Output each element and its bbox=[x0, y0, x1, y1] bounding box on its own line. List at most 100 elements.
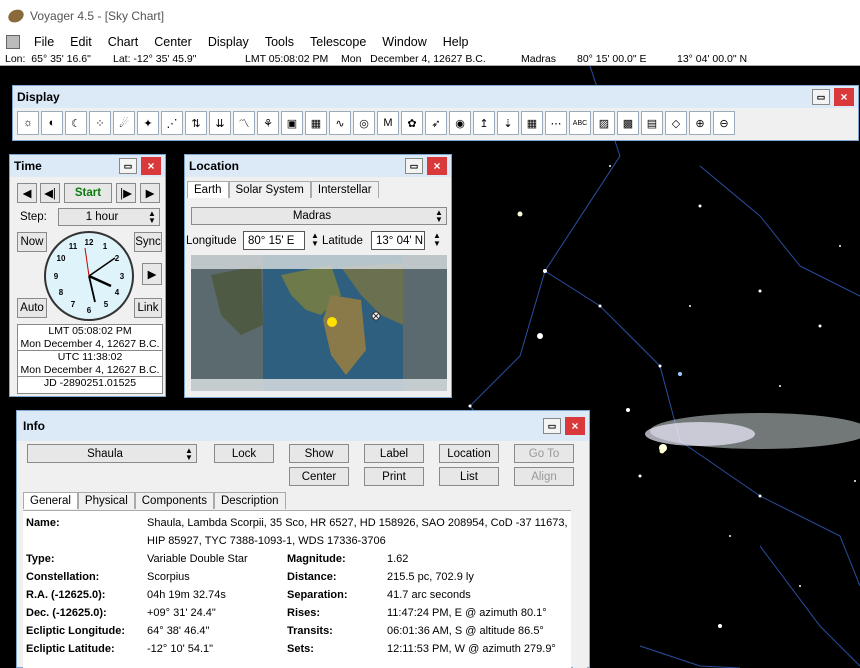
spiral-galaxy-icon[interactable]: ◉ bbox=[449, 111, 471, 135]
tab-physical[interactable]: Physical bbox=[77, 492, 135, 509]
updown-arrow-icon: ▲ ▼ bbox=[435, 208, 443, 224]
earth-map[interactable] bbox=[191, 255, 447, 391]
horizon-wave-icon[interactable]: ∿ bbox=[329, 111, 351, 135]
start-button[interactable]: Start bbox=[64, 183, 112, 203]
updown-arrow-icon: ▲ ▼ bbox=[185, 445, 193, 462]
center-button[interactable]: Center bbox=[289, 467, 349, 486]
longitude-field[interactable]: 80° 15' E bbox=[243, 231, 305, 250]
coordinate-grid-icon[interactable]: ▦ bbox=[521, 111, 543, 135]
image-icon[interactable]: ▨ bbox=[593, 111, 615, 135]
tab-general[interactable]: General bbox=[23, 492, 78, 509]
eraser-icon[interactable]: ◇ bbox=[665, 111, 687, 135]
tab-description[interactable]: Description bbox=[213, 492, 286, 509]
nebula-icon[interactable]: ✿ bbox=[401, 111, 423, 135]
zoom-out-icon[interactable]: ⊖ bbox=[713, 111, 735, 135]
restore-button[interactable]: ▭ bbox=[812, 89, 830, 105]
lmt-date: Mon December 4, 12627 B.C. bbox=[18, 338, 162, 351]
equator-icon[interactable]: ⇣ bbox=[497, 111, 519, 135]
lock-button[interactable]: Lock bbox=[214, 444, 274, 463]
info-field-value: 04h 19m 32.74s bbox=[147, 589, 226, 601]
boundary-icon[interactable]: ▣ bbox=[281, 111, 303, 135]
step-forward-button[interactable]: ▶ bbox=[140, 183, 160, 203]
tab-solar-system[interactable]: Solar System bbox=[228, 181, 311, 198]
status-bar: Lon: 65° 35' 16.6" Lat: -12° 35' 45.9" L… bbox=[0, 52, 860, 66]
menu-window[interactable]: Window bbox=[374, 35, 434, 49]
sync-button[interactable]: Sync bbox=[134, 232, 162, 252]
info-field-value: 64° 38' 46.4" bbox=[147, 625, 210, 637]
svg-text:11: 11 bbox=[69, 242, 78, 251]
step-select[interactable]: 1 hour ▲ ▼ bbox=[58, 208, 160, 226]
tab-earth[interactable]: Earth bbox=[187, 181, 229, 198]
step-back-button[interactable]: ◀ bbox=[17, 183, 37, 203]
list-button[interactable]: List bbox=[439, 467, 499, 486]
goto-button[interactable]: Go To bbox=[514, 444, 574, 463]
location-select[interactable]: Madras ▲ ▼ bbox=[191, 207, 447, 225]
planets-icon[interactable]: ◐ bbox=[41, 111, 63, 135]
print-button[interactable]: Print bbox=[364, 467, 424, 486]
restore-button[interactable]: ▭ bbox=[119, 158, 137, 174]
location-button[interactable]: Location bbox=[439, 444, 499, 463]
down-arrows-icon[interactable]: ⇊ bbox=[209, 111, 231, 135]
menu-edit[interactable]: Edit bbox=[62, 35, 100, 49]
show-button[interactable]: Show bbox=[289, 444, 349, 463]
close-button[interactable]: × bbox=[141, 157, 161, 175]
object-select[interactable]: Shaula ▲ ▼ bbox=[27, 444, 197, 463]
menu-help[interactable]: Help bbox=[435, 35, 477, 49]
time-window-title: Time bbox=[14, 159, 42, 173]
figure-icon[interactable]: ⚘ bbox=[257, 111, 279, 135]
window-title: Voyager 4.5 - [Sky Chart] bbox=[30, 9, 165, 23]
frame-back-button[interactable]: ◀| bbox=[40, 183, 60, 203]
info-field-value: -12° 10' 54.1" bbox=[147, 643, 214, 655]
menu-center[interactable]: Center bbox=[146, 35, 200, 49]
general-panel: Name: Shaula, Lambda Scorpii, 35 Sco, HR… bbox=[23, 510, 571, 668]
sun-icon[interactable]: ☼ bbox=[17, 111, 39, 135]
menu-file[interactable]: File bbox=[26, 35, 62, 49]
frame-forward-button[interactable]: |▶ bbox=[116, 183, 136, 203]
play-button[interactable]: ▶ bbox=[142, 263, 162, 285]
up-down-arrows-icon[interactable]: ⇅ bbox=[185, 111, 207, 135]
latitude-spinner[interactable]: ▲ ▼ bbox=[433, 232, 441, 248]
svg-text:12: 12 bbox=[85, 238, 94, 247]
constellation-lines-icon[interactable]: 〽 bbox=[233, 111, 255, 135]
align-button[interactable]: Align bbox=[514, 467, 574, 486]
horizon-icon[interactable]: ⋯ bbox=[545, 111, 567, 135]
moon-icon[interactable]: ☾ bbox=[65, 111, 87, 135]
info-field-label: Dec. (-12625.0): bbox=[26, 607, 107, 619]
meteor-icon[interactable]: ✦ bbox=[137, 111, 159, 135]
info-field-value: 06:01:36 AM, S @ altitude 86.5° bbox=[387, 625, 544, 637]
screen-icon[interactable]: ▤ bbox=[641, 111, 663, 135]
analog-clock: 12 12345 67891011 bbox=[44, 231, 134, 321]
menu-telescope[interactable]: Telescope bbox=[302, 35, 374, 49]
close-button[interactable]: × bbox=[427, 157, 447, 175]
restore-button[interactable]: ▭ bbox=[543, 418, 561, 434]
zoom-in-icon[interactable]: ⊕ bbox=[689, 111, 711, 135]
galaxy-icon[interactable]: ➶ bbox=[425, 111, 447, 135]
longitude-spinner[interactable]: ▲ ▼ bbox=[311, 232, 319, 248]
menu-chart[interactable]: Chart bbox=[100, 35, 147, 49]
palette-icon[interactable]: ▩ bbox=[617, 111, 639, 135]
info-window-title: Info bbox=[23, 419, 45, 433]
star-cluster-icon[interactable]: ⋰ bbox=[161, 111, 183, 135]
close-button[interactable]: × bbox=[834, 88, 854, 106]
close-button[interactable]: × bbox=[565, 417, 585, 435]
label-button[interactable]: Label bbox=[364, 444, 424, 463]
link-button[interactable]: Link bbox=[134, 298, 162, 318]
stars-icon[interactable]: ⁘ bbox=[89, 111, 111, 135]
tab-interstellar[interactable]: Interstellar bbox=[310, 181, 379, 198]
menu-display[interactable]: Display bbox=[200, 35, 257, 49]
comet-icon[interactable]: ☄ bbox=[113, 111, 135, 135]
svg-text:5: 5 bbox=[104, 300, 109, 309]
display-window: Display ▭ × ☼ ◐ ☾ ⁘ ☄ ✦ ⋰ ⇅ ⇊ 〽 ⚘ ▣ ▦ ∿ ◎ M ✿ ➶ ◉ ↥ ⇣ ▦ ⋯ ABC ▨ ▩… bbox=[12, 85, 859, 141]
grid-icon[interactable]: ▦ bbox=[305, 111, 327, 135]
menu-tools[interactable]: Tools bbox=[257, 35, 302, 49]
binoculars-icon[interactable]: ◎ bbox=[353, 111, 375, 135]
svg-text:8: 8 bbox=[59, 288, 64, 297]
tab-components[interactable]: Components bbox=[134, 492, 214, 509]
ecliptic-icon[interactable]: ↥ bbox=[473, 111, 495, 135]
latitude-field[interactable]: 13° 04' N bbox=[371, 231, 425, 250]
restore-button[interactable]: ▭ bbox=[405, 158, 423, 174]
messier-icon[interactable]: M bbox=[377, 111, 399, 135]
labels-icon[interactable]: ABC bbox=[569, 111, 591, 135]
info-scrollbar[interactable] bbox=[573, 510, 587, 668]
document-icon[interactable] bbox=[6, 35, 20, 49]
